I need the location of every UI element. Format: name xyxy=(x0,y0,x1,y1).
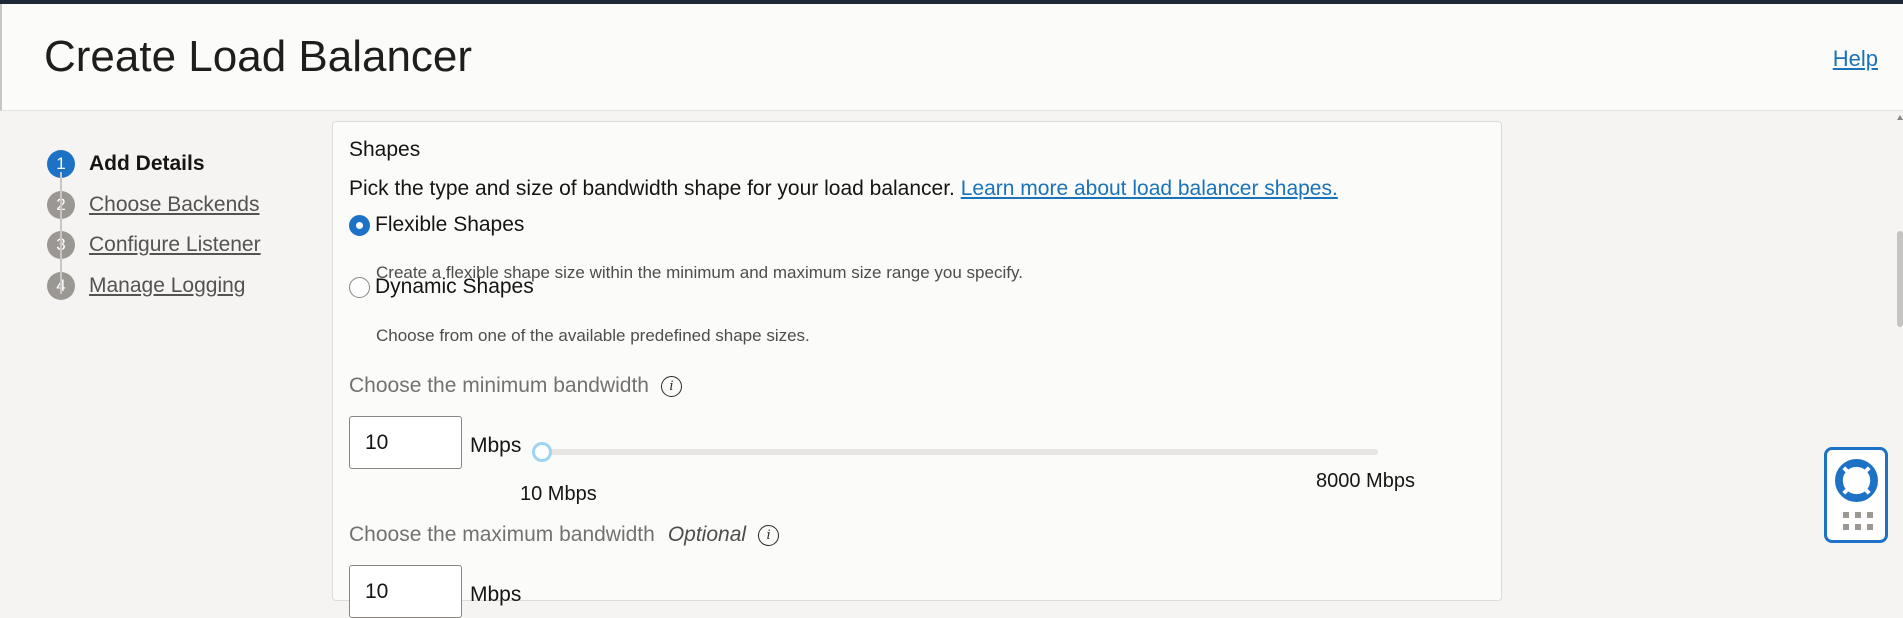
lifebuoy-icon xyxy=(1835,459,1878,502)
step-manage-logging[interactable]: 4 Manage Logging xyxy=(47,266,261,307)
min-bandwidth-label-text: Choose the minimum bandwidth xyxy=(349,374,649,397)
steps-connector-line xyxy=(60,172,62,294)
max-bandwidth-label-text: Choose the maximum bandwidth xyxy=(349,523,655,546)
min-bandwidth-unit: Mbps xyxy=(470,434,522,457)
step-choose-backends[interactable]: 2 Choose Backends xyxy=(47,185,261,226)
learn-more-link[interactable]: Learn more about load balancer shapes. xyxy=(961,177,1338,200)
shapes-description: Pick the type and size of bandwidth shap… xyxy=(349,177,1338,201)
page-header: Create Load Balancer Help xyxy=(0,4,1903,111)
radio-flexible-shapes[interactable]: Flexible Shapes xyxy=(349,213,524,237)
radio-button-checked[interactable] xyxy=(349,214,370,236)
step-label: Add Details xyxy=(89,152,205,176)
info-icon[interactable]: i xyxy=(758,524,780,546)
slider-min-label: 10 Mbps xyxy=(520,483,597,505)
help-link[interactable]: Help xyxy=(1833,46,1878,72)
min-bandwidth-input[interactable] xyxy=(349,416,462,469)
radio-label[interactable]: Flexible Shapes xyxy=(375,213,524,237)
optional-label: Optional xyxy=(667,523,747,546)
slider-thumb[interactable] xyxy=(532,442,552,462)
scroll-up-arrow-icon[interactable] xyxy=(1897,115,1903,120)
max-bandwidth-unit: Mbps xyxy=(470,583,522,606)
scrollbar-thumb[interactable] xyxy=(1897,231,1903,327)
max-bandwidth-label: Choose the maximum bandwidth Optional i xyxy=(349,523,780,547)
step-label[interactable]: Manage Logging xyxy=(89,274,245,298)
dynamic-shapes-help: Choose from one of the available predefi… xyxy=(376,326,810,345)
step-configure-listener[interactable]: 3 Configure Listener xyxy=(47,225,261,266)
radio-button[interactable] xyxy=(349,276,370,298)
step-label[interactable]: Configure Listener xyxy=(89,233,261,257)
grid-dots-icon xyxy=(1843,512,1873,530)
max-bandwidth-input[interactable] xyxy=(349,565,462,618)
slider-max-label: 8000 Mbps xyxy=(1316,470,1415,492)
description-text: Pick the type and size of bandwidth shap… xyxy=(349,177,955,200)
wizard-steps: 1 Add Details 2 Choose Backends 3 Config… xyxy=(47,144,261,306)
page-title: Create Load Balancer xyxy=(44,32,473,81)
info-icon[interactable]: i xyxy=(661,375,682,397)
page-scrollbar[interactable] xyxy=(1897,111,1903,591)
min-bandwidth-slider[interactable] xyxy=(532,442,1378,462)
radio-label[interactable]: Dynamic Shapes xyxy=(375,275,534,299)
shapes-panel: Shapes Pick the type and size of bandwid… xyxy=(332,121,1502,618)
step-label[interactable]: Choose Backends xyxy=(89,193,259,217)
step-add-details: 1 Add Details xyxy=(47,144,261,185)
radio-dynamic-shapes[interactable]: Dynamic Shapes xyxy=(349,275,534,299)
min-bandwidth-label: Choose the minimum bandwidth i xyxy=(349,374,682,398)
section-title: Shapes xyxy=(349,138,421,161)
help-widget-button[interactable] xyxy=(1824,447,1888,543)
